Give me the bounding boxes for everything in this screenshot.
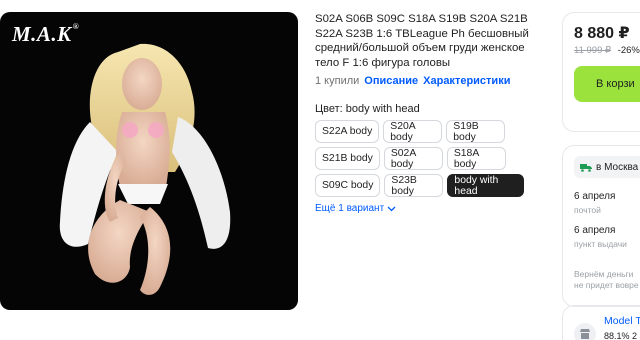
delivery-box: в Москва 6 апреля почтой 6 апреля пункт … bbox=[562, 145, 640, 307]
delivery-option[interactable]: 6 апреля пункт выдачи bbox=[574, 225, 640, 249]
seller-name[interactable]: Model T bbox=[604, 315, 640, 327]
description-link[interactable]: Описание bbox=[364, 75, 418, 87]
variant-chip[interactable]: S21B body bbox=[315, 147, 380, 171]
store-icon bbox=[574, 323, 596, 340]
seller-details: Model T 88.1% 2 bbox=[604, 315, 640, 340]
seller-rating: 88.1% 2 bbox=[604, 331, 638, 340]
delivery-method: пункт выдачи bbox=[574, 239, 627, 249]
delivery-method: почтой bbox=[574, 205, 601, 215]
variant-label: Цвет: body with head bbox=[315, 103, 420, 116]
current-price: 8 880 ₽ bbox=[574, 25, 630, 42]
variant-chip[interactable]: S23B body bbox=[384, 174, 444, 198]
product-image[interactable]: M.A.K® bbox=[0, 12, 298, 310]
variant-chip[interactable]: S20A body bbox=[383, 120, 443, 144]
delivery-date: 6 апреля bbox=[574, 191, 616, 202]
product-title: S02A S06B S09C S18A S19B S20A S21B S22A … bbox=[315, 13, 529, 69]
variant-chip-selected[interactable]: body with head bbox=[447, 174, 525, 198]
return-note: Вернём деньги не придет вовре bbox=[574, 269, 640, 291]
specs-link[interactable]: Характеристики bbox=[423, 75, 510, 87]
return-note-line: Вернём деньги bbox=[574, 269, 634, 279]
add-to-cart-button[interactable]: В корзи bbox=[574, 66, 640, 102]
seller-box[interactable]: Model T 88.1% 2 bbox=[562, 305, 640, 340]
product-info: S02A S06B S09C S18A S19B S20A S21B S22A … bbox=[315, 12, 547, 214]
return-note-line: не придет вовре bbox=[574, 280, 639, 290]
chevron-down-icon bbox=[387, 206, 396, 212]
product-photo-figure bbox=[59, 43, 231, 295]
buy-box: 8 880 ₽ 11 999 ₽ -26% В корзи bbox=[562, 12, 640, 132]
variant-chips: S22A body S20A body S19B body S21B body … bbox=[315, 120, 547, 198]
delivery-location[interactable]: в Москва bbox=[574, 156, 640, 178]
product-meta: 1 купили Описание Характеристики bbox=[315, 75, 547, 87]
old-price-row: 11 999 ₽ -26% bbox=[574, 45, 640, 56]
more-variants-link[interactable]: Ещё 1 вариант bbox=[315, 203, 547, 214]
discount-badge: -26% bbox=[617, 45, 640, 56]
truck-icon bbox=[580, 163, 592, 172]
more-variants-label: Ещё 1 вариант bbox=[315, 203, 385, 215]
delivery-option[interactable]: 6 апреля почтой bbox=[574, 191, 640, 215]
delivery-date: 6 апреля bbox=[574, 225, 616, 236]
variant-chip[interactable]: S09C body bbox=[315, 174, 381, 198]
variant-chip[interactable]: S02A body bbox=[383, 147, 443, 171]
purchase-count: 1 купили bbox=[315, 75, 360, 88]
variant-chip[interactable]: S22A body bbox=[315, 120, 380, 144]
variant-chip[interactable]: S18A body bbox=[446, 147, 506, 171]
delivery-location-label: в Москва bbox=[596, 161, 639, 173]
brand-logo: M.A.K® bbox=[12, 22, 80, 46]
old-price: 11 999 ₽ bbox=[574, 45, 612, 56]
variant-chip[interactable]: S19B body bbox=[446, 120, 506, 144]
